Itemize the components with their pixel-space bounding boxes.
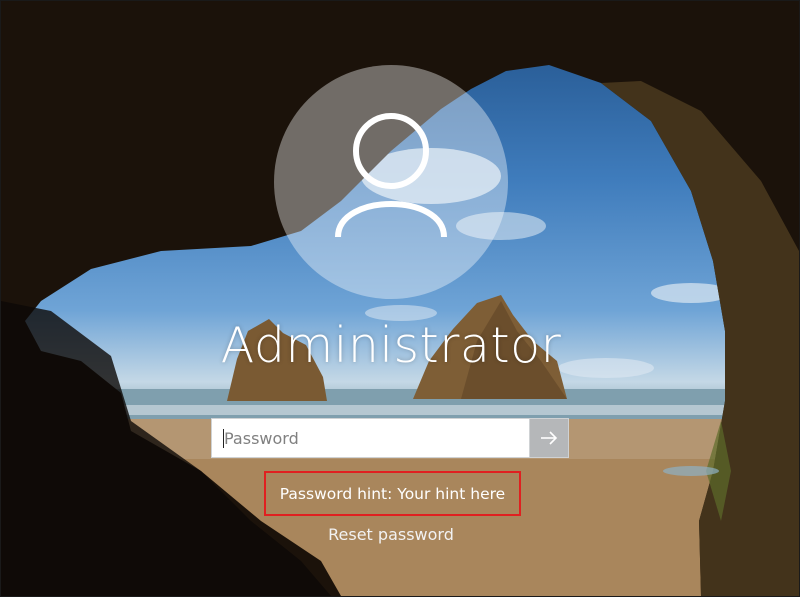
user-silhouette-icon xyxy=(335,113,447,238)
lock-screen: Administrator Password hint: Your hint h… xyxy=(0,0,800,597)
arrow-right-icon xyxy=(541,431,558,445)
password-hint-highlight: Password hint: Your hint here xyxy=(264,471,521,516)
submit-button[interactable] xyxy=(529,418,569,458)
username-label: Administrator xyxy=(220,317,562,374)
user-avatar xyxy=(274,65,508,299)
reset-password-link[interactable]: Reset password xyxy=(1,525,781,544)
password-field-container xyxy=(211,418,569,458)
password-input[interactable] xyxy=(212,419,528,457)
text-caret xyxy=(223,429,224,448)
tide-pool xyxy=(663,466,719,476)
password-hint-text: Password hint: Your hint here xyxy=(279,484,506,503)
